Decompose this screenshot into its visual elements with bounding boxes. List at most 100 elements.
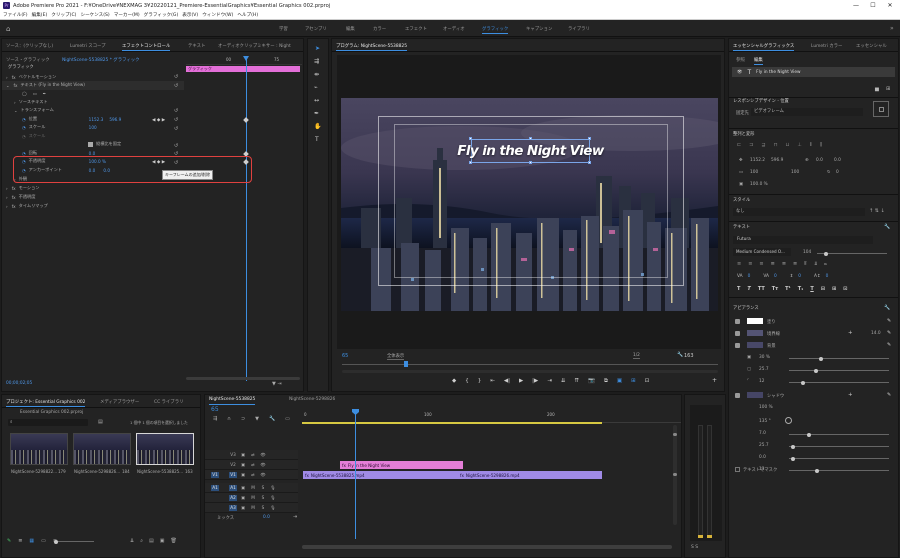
track-target[interactable]: A1	[229, 484, 237, 491]
eye-icon[interactable]: 👁	[259, 472, 267, 478]
tab-lumetri-scopes[interactable]: Lumetri スコープ	[70, 43, 106, 49]
track-header-v3[interactable]: V3 ▣ ⇄ 👁	[205, 450, 298, 460]
all-caps-icon[interactable]: TT	[758, 286, 765, 292]
workspace-tab-captions[interactable]: キャプション	[526, 26, 552, 32]
justify-all-icon[interactable]: ≣	[793, 261, 797, 267]
bbox-handle[interactable]	[469, 161, 472, 164]
filter-icon[interactable]: ▼ ⇥	[272, 381, 282, 387]
stroke-width[interactable]: 14.0	[871, 331, 881, 336]
vr-icon[interactable]: ⊡	[645, 378, 650, 385]
bbox-handle[interactable]	[529, 137, 532, 140]
background-checkbox[interactable]	[735, 343, 740, 348]
rtl-icon[interactable]: ⊞	[832, 286, 836, 292]
eye-icon[interactable]: 👁	[737, 70, 742, 75]
subtab-browse[interactable]: 参照	[736, 57, 745, 63]
reset-icon[interactable]: ↺	[174, 116, 182, 125]
menu-graphics[interactable]: グラフィック(G)	[144, 12, 179, 18]
background-swatch[interactable]	[747, 342, 763, 348]
maximize-button[interactable]: ☐	[865, 0, 881, 11]
tab-media-browser[interactable]: メディアブラウザー	[100, 399, 139, 405]
new-bin-icon[interactable]: ▤	[98, 419, 103, 425]
eye-icon[interactable]: 👁	[259, 452, 267, 458]
slider-knob[interactable]	[819, 356, 823, 361]
shadow-swatch[interactable]	[747, 392, 763, 398]
bottom-align-icon[interactable]: ⫬	[824, 261, 827, 267]
tab-cc-libraries[interactable]: CC ライブラリ	[154, 399, 183, 405]
selection-tool-icon[interactable]: ➤	[315, 45, 320, 52]
step-forward-icon[interactable]: |▶	[532, 378, 538, 385]
menu-view[interactable]: 表示(V)	[182, 12, 198, 18]
keyframe-nav-position[interactable]: ◀ ◆ ▶	[152, 118, 165, 123]
add-shadow-icon[interactable]: +	[848, 392, 853, 398]
eyedropper-icon[interactable]: ✎	[887, 318, 891, 324]
track-header-a1[interactable]: A1 A1 ▣ M S 🎙	[205, 483, 298, 493]
slider-knob[interactable]	[54, 539, 58, 544]
align-right-icon[interactable]: ⊒	[761, 142, 765, 148]
thumbnail-zoom-slider[interactable]	[54, 539, 94, 544]
italic-icon[interactable]: T	[747, 286, 750, 292]
angle-dial[interactable]	[785, 417, 792, 424]
tab-text[interactable]: テキスト	[188, 43, 205, 49]
pin-to-dropdown[interactable]: ビデオフレーム	[751, 108, 863, 116]
safe-margins-icon[interactable]: ▣	[617, 378, 622, 385]
source-patch-v1[interactable]: V1	[211, 471, 219, 478]
overwrite-icon[interactable]: ⇈	[574, 378, 579, 385]
workspace-tab-effects[interactable]: エフェクト	[405, 26, 427, 32]
pencil-icon[interactable]: ✎	[7, 538, 11, 544]
fill-checkbox[interactable]	[735, 319, 740, 324]
shadow-blur[interactable]: 0.0	[759, 455, 766, 460]
add-marker-icon[interactable]: ◆	[452, 378, 456, 385]
shadow-blur-slider[interactable]	[789, 456, 889, 461]
workspace-tab-libraries[interactable]: ライブラリ	[568, 26, 590, 32]
align-center-icon[interactable]: ⊐	[749, 142, 753, 148]
timeline-settings-icon[interactable]: 🔧	[269, 416, 275, 422]
timeline-clip-graphic[interactable]: fx Fly in the Night View	[340, 461, 463, 469]
effect-row-motion[interactable]: › fx モーション	[2, 184, 184, 193]
go-to-out-icon[interactable]: ⇥	[547, 378, 552, 385]
font-style-dropdown[interactable]: Medium Condensed O...	[733, 248, 791, 256]
video-frame[interactable]	[341, 98, 718, 311]
subscript-icon[interactable]: T₁	[798, 286, 804, 292]
top-align-icon[interactable]: ⫪	[804, 261, 807, 267]
keyframe-marker[interactable]	[243, 117, 249, 123]
effect-row-time-remap[interactable]: › fx タイムリマップ	[2, 202, 184, 211]
solo-button[interactable]: S	[259, 495, 267, 501]
slider-knob[interactable]	[791, 444, 795, 449]
shadow-opacity[interactable]: 100 %	[759, 405, 773, 410]
justify-icon[interactable]: ≣	[771, 261, 775, 267]
workspace-tab-learning[interactable]: 学習	[279, 26, 288, 32]
fit-dropdown[interactable]: 全体表示	[387, 353, 405, 360]
shadow-distance-slider[interactable]	[789, 432, 889, 437]
bg-size[interactable]: 25.7	[759, 367, 769, 372]
wrench-icon[interactable]: 🔧	[677, 352, 683, 358]
eg-position-y[interactable]: 596.9	[771, 158, 783, 163]
font-size-value[interactable]: 104	[803, 250, 811, 255]
mix-value[interactable]: 0.0	[263, 515, 270, 520]
lock-icon[interactable]: ▣	[239, 495, 247, 501]
ripple-edit-tool-icon[interactable]: ⇹	[314, 71, 319, 78]
program-scrub-bar[interactable]	[342, 364, 718, 365]
timeline-clip-video-1[interactable]: fx NightScene-5538825.mp4	[303, 471, 458, 479]
lock-icon[interactable]: ▣	[239, 505, 247, 511]
minimize-button[interactable]: —	[848, 0, 864, 11]
property-uniform-scale[interactable]: 縦横比を固定	[2, 140, 184, 149]
menu-help[interactable]: ヘルプ(H)	[237, 12, 258, 18]
align-left-icon[interactable]: ⊏	[737, 142, 741, 148]
eg-anchor-y[interactable]: 0.0	[834, 158, 841, 163]
bold-icon[interactable]: T	[737, 286, 740, 292]
mic-icon[interactable]: 🎙	[269, 505, 277, 511]
proxy-toggle-icon[interactable]: ⊞	[631, 378, 636, 385]
ec-timecode[interactable]: 00;00;02;05	[6, 381, 32, 386]
mute-button[interactable]: M	[249, 485, 257, 491]
workspace-tab-color[interactable]: カラー	[373, 26, 386, 32]
shadow-size[interactable]: 25.7	[759, 443, 769, 448]
reset-icon[interactable]: ↺	[174, 142, 182, 151]
layer-item[interactable]: 👁 T Fly in the Night View	[732, 67, 895, 77]
track-header-v2[interactable]: V2 ▣ ⇄ 👁	[205, 460, 298, 470]
project-search-input[interactable]: ⌕	[8, 419, 88, 426]
slider-knob[interactable]	[791, 456, 795, 461]
shadow-size-slider[interactable]	[789, 444, 889, 449]
pen-tool-icon[interactable]: ✒	[314, 110, 319, 117]
add-button-icon[interactable]: +	[712, 377, 717, 384]
lock-icon[interactable]: ▣	[239, 472, 247, 478]
